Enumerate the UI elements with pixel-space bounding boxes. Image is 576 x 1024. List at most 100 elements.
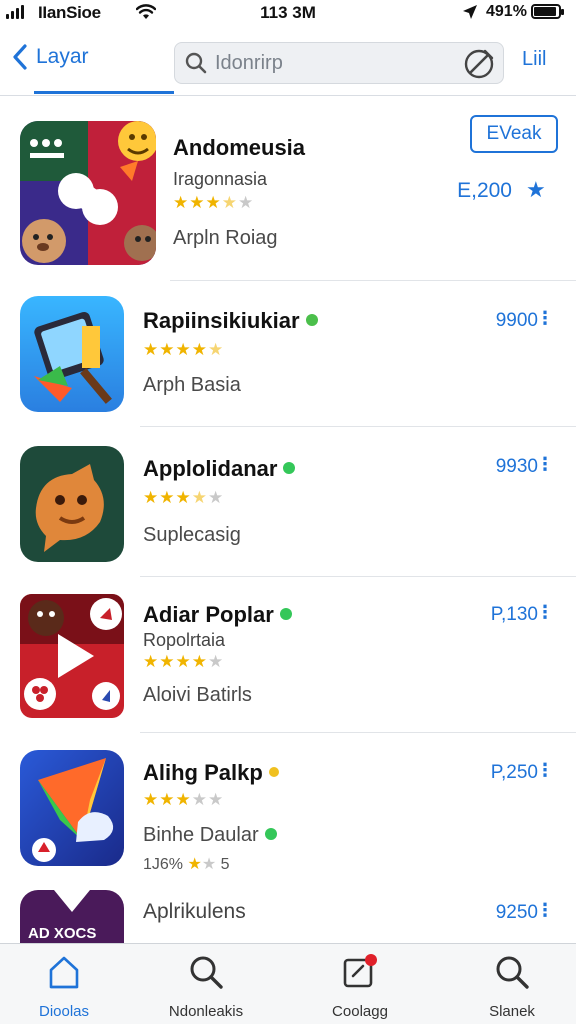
app-name: Applolidanar [143,456,296,482]
star-icon: ★ [208,790,225,809]
star-icon: ★ [189,193,206,212]
star-icon: ★ [221,193,238,212]
app-icon-4[interactable] [20,594,124,718]
list-item[interactable]: Andomeusia Iragonnasia ★★★★★ Arpln Roiag… [0,97,576,282]
tab-discover[interactable]: Ndonleakis [146,954,266,1020]
app-price[interactable]: P,130 [491,604,538,626]
rating-stars: ★★★★★ [143,652,224,672]
search-icon [496,956,529,989]
app-icon-text: AD XOCS [28,925,96,942]
tab-search[interactable]: Slanek [452,954,572,1020]
app-price[interactable]: E,200 [457,179,512,203]
battery-percent: 491% [486,3,527,20]
back-button[interactable]: Layar [12,44,89,70]
star-icon: ★ [208,340,225,359]
star-icon[interactable]: ★ [526,177,546,203]
star-icon: ★ [191,488,208,507]
chevron-left-icon [13,44,27,70]
badge-icon [268,767,279,778]
clear-search-icon[interactable] [461,46,497,82]
star-icon: ★ [159,652,176,671]
app-meta: 1J6% ★★ 5 [143,856,230,873]
rating-stars: ★★★★★ [143,340,224,360]
star-icon: ★ [173,193,190,212]
updates-icon [343,954,377,988]
app-name: Aplrikulens [143,900,246,923]
separator [140,732,576,733]
star-icon: ★ [205,193,222,212]
tab-updates[interactable]: Coolagg [300,954,420,1020]
list-item[interactable]: Adiar Poplar Ropolrtaia ★★★★★ Aloivi Bat… [0,578,576,734]
star-icon: ★ [208,652,225,671]
list-item[interactable]: Alihg Palkp ★★★★★ Binhe Daular 1J6% ★★ 5… [0,734,576,884]
battery-level [534,7,556,16]
verified-badge-icon [305,314,318,327]
star-icon: ★ [175,652,192,671]
star-icon: ★ [143,340,160,359]
nav-bar: Layar Liil [0,36,576,96]
star-icon: ★ [143,790,160,809]
rating-stars: ★★★★★ [143,790,224,810]
search-icon [185,52,207,74]
list-item[interactable]: Applolidanar ★★★★★ Suplecasig 9930 ⋮ [0,428,576,578]
star-icon: ★ [191,790,208,809]
list-item[interactable]: AD XOCS Aplrikulens 9250 ⋮ [0,884,576,943]
star-icon: ★ [191,652,208,671]
star-icon: ★ [175,488,192,507]
app-category: Arpln Roiag [173,227,278,249]
more-options-icon[interactable]: ⋮ [536,308,554,329]
tab-bar: Dioolas Ndonleakis Coolagg Slanek [0,943,576,1024]
separator [140,426,576,427]
search-input[interactable] [215,51,455,75]
verified-badge-icon [279,608,292,621]
verified-badge-icon [264,827,277,840]
app-price[interactable]: 9930 [496,456,538,478]
app-icon-2[interactable] [20,296,124,412]
more-options-icon[interactable]: ⋮ [536,454,554,475]
tab-home[interactable]: Dioolas [4,954,124,1020]
star-icon: ★ [143,488,160,507]
app-price[interactable]: 9250 [496,902,538,924]
more-options-icon[interactable]: ⋮ [536,760,554,781]
search-bar[interactable] [174,42,504,84]
home-icon [49,956,79,989]
separator [140,576,576,577]
view-button[interactable]: EVeak [470,115,558,153]
more-options-icon[interactable]: ⋮ [536,900,554,921]
app-subtitle: Iragonnasia [173,169,268,189]
list-button[interactable]: Liil [522,48,546,71]
app-icon-1[interactable] [20,121,156,265]
star-icon: ★ [191,340,208,359]
status-bar: IIanSioe 113 3M 491% [0,0,576,28]
battery-icon [531,4,564,19]
separator [170,280,576,281]
app-category: Arph Basia [143,374,241,396]
more-options-icon[interactable]: ⋮ [536,602,554,623]
rating-stars: ★★★★★ [173,193,254,213]
star-icon: ★ [175,340,192,359]
tab-label: Slanek [489,1003,535,1020]
search-icon [190,956,223,989]
app-icon-3[interactable] [20,446,124,562]
app-name: Alihg Palkp [143,760,279,786]
tab-label: Ndonleakis [168,1003,244,1020]
app-subtitle: Ropolrtaia [143,630,226,650]
app-category: Suplecasig [143,524,241,546]
back-label: Layar [36,45,89,68]
app-name: Rapiinsikiukiar [143,308,318,334]
star-icon: ★ [159,488,176,507]
location-arrow-icon [463,5,477,19]
app-price[interactable]: 9900 [496,310,538,332]
rating-stars: ★★★★★ [143,488,224,508]
app-icon-5[interactable] [20,750,124,866]
star-icon: ★ [187,856,202,873]
star-icon: ★ [201,856,217,873]
list-item[interactable]: Rapiinsikiukiar ★★★★★ Arph Basia 9900 ⋮ [0,282,576,428]
star-icon: ★ [175,790,192,809]
app-name: Andomeusia [173,135,306,160]
app-list: Andomeusia Iragonnasia ★★★★★ Arpln Roiag… [0,97,576,943]
app-icon-6[interactable]: AD XOCS [20,890,124,943]
app-price[interactable]: P,250 [491,762,538,784]
tab-label: Coolagg [332,1003,388,1020]
verified-badge-icon [283,462,296,475]
